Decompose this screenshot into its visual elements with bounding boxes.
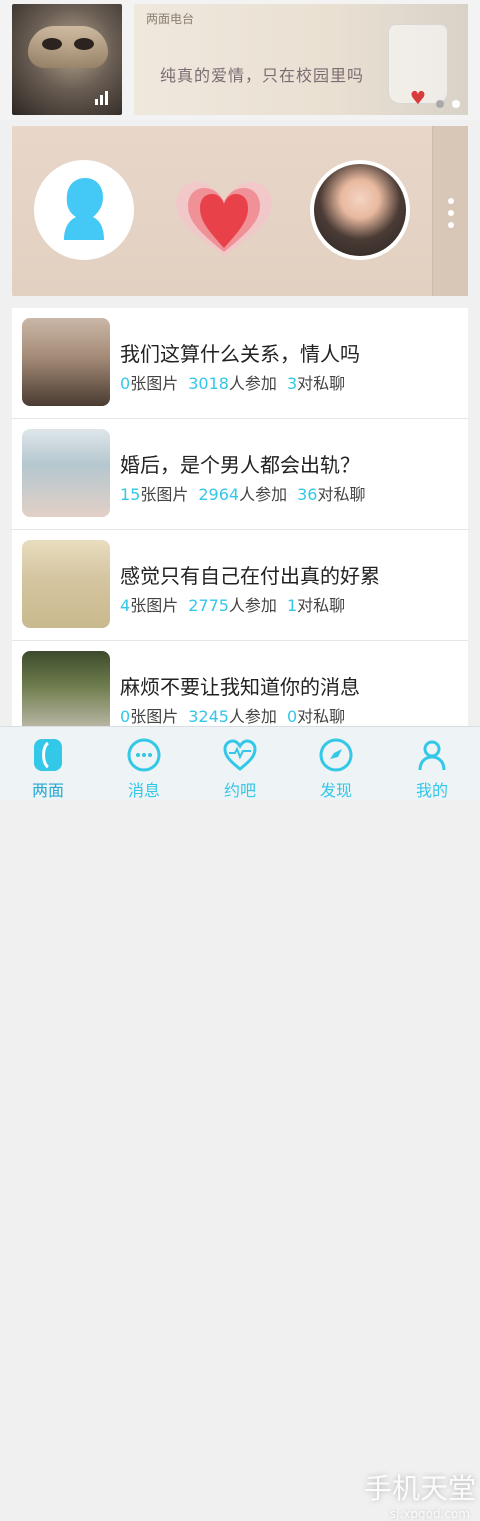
topic-item[interactable]: 我们这算什么关系，情人吗 0张图片 3018人参加 3对私聊	[12, 308, 468, 419]
topic-thumbnail	[22, 429, 110, 517]
private-label: 对私聊	[317, 485, 366, 504]
participants-count: 3245	[188, 707, 229, 726]
participants-label: 人参加	[228, 374, 277, 393]
private-label: 对私聊	[297, 707, 346, 726]
topic-thumbnail	[22, 318, 110, 406]
heart-pulse-icon	[222, 737, 258, 773]
nav-item-date[interactable]: 约吧	[192, 727, 288, 801]
photos-label: 张图片	[130, 707, 179, 726]
mask-eye-left	[42, 38, 62, 50]
nav-item-messages[interactable]: 消息	[96, 727, 192, 801]
watermark-sub: sj.xpgod.com	[389, 1507, 470, 1521]
radio-thumbnail[interactable]	[12, 4, 122, 115]
private-count: 3	[286, 374, 298, 393]
participants-label: 人参加	[228, 596, 277, 615]
silhouette-avatar[interactable]	[34, 160, 134, 260]
participants-label: 人参加	[228, 707, 277, 726]
profile-icon	[414, 737, 450, 773]
discover-icon	[318, 737, 354, 773]
private-label: 对私聊	[297, 596, 346, 615]
nav-label: 约吧	[223, 781, 256, 800]
mask-eye-right	[74, 38, 94, 50]
nav-item-discover[interactable]: 发现	[288, 727, 384, 801]
watermark-main: 手机天堂	[363, 1472, 476, 1505]
participants-count: 2964	[198, 485, 240, 504]
nav-item-profile[interactable]: 我的	[384, 727, 480, 801]
photos-count: 4	[120, 596, 131, 615]
bottom-nav: 两面 消息 约吧 发现 我的 手机天堂 sj.xpgod.com	[0, 726, 480, 1521]
radio-brand-label: 两面电台	[146, 12, 195, 26]
radio-banner[interactable]: 两面电台 纯真的爱情，只在校园里吗 ♥	[134, 4, 468, 115]
carousel-dot-active[interactable]	[452, 100, 460, 108]
topic-meta: 0张图片 3018人参加 3对私聊	[120, 370, 345, 394]
topic-thumbnail	[22, 540, 110, 628]
nav-label: 发现	[319, 781, 352, 800]
nav-label: 我的	[415, 781, 448, 800]
heart-graphic	[176, 182, 272, 256]
nav-label: 两面	[31, 781, 64, 800]
private-count: 36	[297, 485, 318, 504]
topic-meta: 4张图片 2775人参加 1对私聊	[120, 592, 345, 616]
signal-icon	[95, 91, 108, 105]
match-card[interactable]	[12, 126, 468, 296]
topic-title: 感觉只有自己在付出真的好累	[120, 564, 380, 588]
photos-count: 15	[120, 485, 141, 504]
topic-item[interactable]: 婚后，是个男人都会出轨？ 15张图片 2964人参加 36对私聊	[12, 419, 468, 530]
participants-count: 2775	[188, 596, 229, 615]
photos-label: 张图片	[140, 485, 189, 504]
silhouette-icon	[40, 166, 128, 254]
more-vertical-icon[interactable]	[448, 198, 454, 228]
user-photo-avatar[interactable]	[310, 160, 410, 260]
mask-image	[28, 26, 108, 68]
topic-meta: 0张图片 3245人参加 0对私聊	[120, 703, 345, 727]
private-count: 1	[286, 596, 298, 615]
topic-list: 我们这算什么关系，情人吗 0张图片 3018人参加 3对私聊 婚后，是个男人都会出轨…	[12, 308, 468, 752]
heart-icon[interactable]	[158, 166, 290, 266]
participants-label: 人参加	[239, 485, 288, 504]
topic-meta: 15张图片 2964人参加 36对私聊	[120, 481, 365, 505]
user-photo	[314, 164, 406, 256]
topic-title: 我们这算什么关系，情人吗	[120, 342, 360, 366]
photos-count: 0	[120, 707, 131, 726]
two-sides-icon	[30, 737, 66, 773]
carousel-dots	[436, 100, 460, 108]
more-panel[interactable]	[432, 126, 468, 296]
topic-title: 麻烦不要让我知道你的消息	[120, 675, 360, 699]
jar-heart-icon: ♥	[409, 88, 426, 109]
top-banner-row: 两面电台 纯真的爱情，只在校园里吗 ♥	[0, 0, 480, 120]
photos-label: 张图片	[130, 596, 179, 615]
private-label: 对私聊	[297, 374, 346, 393]
topic-title: 婚后，是个男人都会出轨？	[120, 453, 360, 477]
photos-count: 0	[120, 374, 131, 393]
nav-label: 消息	[127, 781, 160, 800]
photos-label: 张图片	[130, 374, 179, 393]
carousel-dot[interactable]	[436, 100, 444, 108]
banner-tagline: 纯真的爱情，只在校园里吗	[160, 66, 365, 85]
topic-item[interactable]: 感觉只有自己在付出真的好累 4张图片 2775人参加 1对私聊	[12, 530, 468, 641]
nav-item-two-sides[interactable]: 两面	[0, 727, 96, 801]
private-count: 0	[286, 707, 298, 726]
participants-count: 3018	[188, 374, 229, 393]
message-icon	[126, 737, 162, 773]
